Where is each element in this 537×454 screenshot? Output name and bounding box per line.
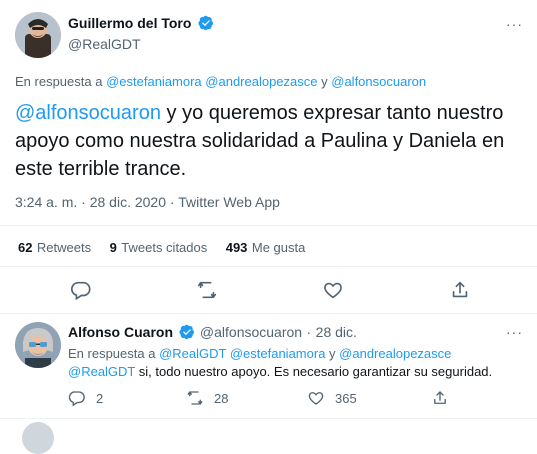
more-options-icon[interactable]: ··· [506,324,523,340]
reply-date[interactable]: 28 dic. [316,324,357,340]
reply-count: 2 [96,390,104,406]
reply-like-button[interactable]: 365 [307,389,357,407]
like-icon [308,392,324,405]
retweets-label: Retweets [36,240,92,255]
reply-user-link[interactable]: @andrealopezasce [339,346,451,361]
retweet-icon [187,391,203,405]
meta-dot: · [306,324,312,340]
cuaron-author-name[interactable]: Alfonso Cuaron [68,324,173,340]
reply-context: En respuesta a @estefaniamora @andrealop… [15,74,426,89]
reply-body: si, todo nuestro apoyo. Es necesario gar… [138,364,493,379]
tweet-meta: 3:24 a. m. · 28 dic. 2020 · Twitter Web … [15,194,280,210]
gdt-name-row: Guillermo del Toro [68,15,214,33]
divider [0,313,537,314]
meta-dot: · [81,194,86,210]
cuaron-avatar[interactable] [15,322,61,368]
tweet-time[interactable]: 3:24 a. m. [15,194,77,210]
gdt-author-name[interactable]: Guillermo del Toro [68,15,191,31]
mention-link[interactable]: @RealGDT [68,364,135,379]
gdt-avatar[interactable] [15,12,61,58]
divider [0,418,537,419]
reply-user-link[interactable]: @alfonsocuaron [331,74,426,89]
likes-count: 493 [225,240,248,255]
gdt-author-handle[interactable]: @RealGDT [68,36,141,52]
likes-stat[interactable]: 493 Me gusta [226,239,306,256]
reply-and: y [329,346,336,361]
divider [0,266,537,267]
quotes-stat[interactable]: 9 Tweets citados [110,239,212,256]
reply-share-button[interactable] [431,389,449,407]
like-count: 365 [335,390,357,406]
more-options-icon[interactable]: ··· [506,16,523,32]
verified-badge-icon [179,324,195,340]
quotes-label: Tweets citados [121,240,208,255]
retweets-count: 62 [18,240,33,255]
divider [0,225,537,226]
retweet-count: 28 [214,390,229,406]
share-icon[interactable] [449,279,471,301]
mention-link[interactable]: @alfonsocuaron [15,102,161,124]
reply-user-link[interactable]: @estefaniamora [106,74,202,89]
tweet-text: @alfonsocuaron y yo queremos expresar ta… [15,99,520,183]
reply-user-link[interactable]: @andrealopezasce [205,74,317,89]
cuaron-header: Alfonso Cuaron @alfonsocuaron · 28 dic. [68,324,357,342]
share-icon [434,391,446,404]
reply-text: @RealGDT si, todo nuestro apoyo. Es nece… [68,364,492,379]
likes-label: Me gusta [251,240,306,255]
reply-prefix: En respuesta a [15,74,103,89]
quotes-count: 9 [109,240,117,255]
stats-row: 62 Retweets 9 Tweets citados 493 Me gust… [18,239,305,257]
reply-retweet-button[interactable]: 28 [186,389,228,407]
cuaron-author-handle[interactable]: @alfonsocuaron [200,324,302,340]
retweet-icon[interactable] [196,279,218,301]
reply-user-link[interactable]: @estefaniamora [230,346,326,361]
reply-context: En respuesta a @RealGDT @estefaniamora y… [68,346,451,361]
retweets-stat[interactable]: 62 Retweets [18,239,96,256]
tweet-date[interactable]: 28 dic. 2020 [90,194,166,210]
reply-prefix: En respuesta a [68,346,156,361]
verified-badge-icon [198,15,214,31]
like-icon[interactable] [322,279,344,301]
reply-user-link[interactable]: @RealGDT [159,346,226,361]
meta-dot: · [169,194,175,210]
reply-reply-button[interactable]: 2 [68,389,103,407]
reply-icon [68,391,85,407]
reply-icon[interactable] [70,279,92,301]
reply-and: y [321,74,328,89]
tweet-source[interactable]: Twitter Web App [178,194,280,210]
